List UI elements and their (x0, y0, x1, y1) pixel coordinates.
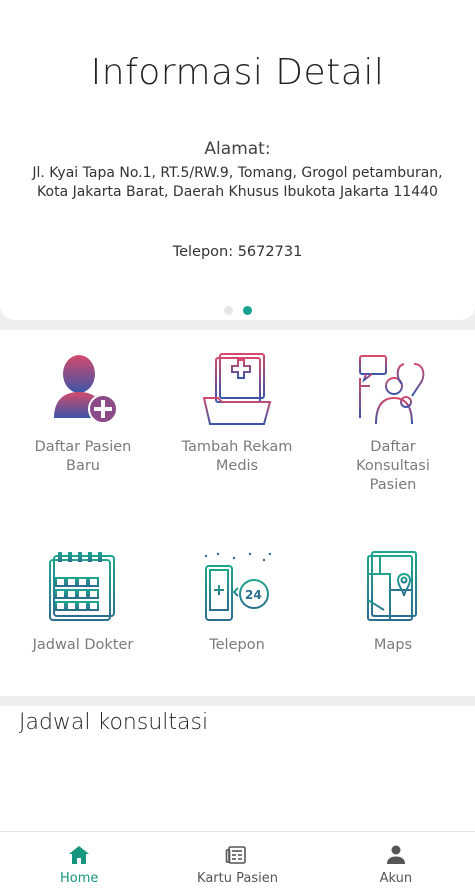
menu-grid: Daftar Pasien Baru Tambah Rekam Medis Da (0, 330, 475, 696)
carousel-dot-active[interactable] (243, 306, 252, 315)
card-icon (226, 845, 247, 864)
address-line-2: Kota Jakarta Barat, Daerah Khusus Ibukot… (37, 184, 438, 200)
nav-akun-label: Akun (379, 870, 413, 886)
nav-kartu-label: Kartu Pasien (197, 870, 278, 886)
info-title: Informasi Detail (90, 52, 385, 93)
home-icon (69, 845, 90, 864)
add-user-icon (54, 355, 118, 424)
menu-jadwal-dokter[interactable]: Jadwal Dokter (4, 550, 162, 655)
menu-tambah-rekam-medis[interactable]: Tambah Rekam Medis (158, 352, 316, 476)
menu-label: Tambah Rekam Medis (181, 439, 293, 474)
menu-label: Maps (373, 637, 413, 653)
phone-24-icon: 24 (204, 552, 272, 621)
person-icon (386, 845, 405, 864)
nav-kartu-pasien[interactable]: Kartu Pasien (158, 832, 316, 896)
jadwal-section: Jadwal konsultasi (0, 706, 475, 831)
calendar-icon (49, 552, 115, 621)
info-card: Informasi Detail Alamat: Jl. Kyai Tapa N… (0, 0, 475, 320)
menu-label: Daftar Pasien Baru (34, 439, 132, 474)
menu-daftar-pasien-baru[interactable]: Daftar Pasien Baru (4, 352, 162, 476)
address-text: Jl. Kyai Tapa No.1, RT.5/RW.9, Tomang, G… (0, 164, 475, 202)
nav-home-label: Home (59, 870, 99, 886)
address-label: Alamat: (204, 139, 271, 159)
address-line-1: Jl. Kyai Tapa No.1, RT.5/RW.9, Tomang, G… (32, 165, 443, 181)
phone-text: Telepon: 5672731 (172, 244, 303, 260)
carousel-indicator (224, 306, 252, 315)
carousel-dot[interactable] (224, 306, 233, 315)
menu-label: Daftar Konsultasi Pasien (356, 439, 430, 493)
doctor-consult-icon (359, 355, 425, 425)
menu-maps[interactable]: Maps (314, 550, 472, 655)
nav-akun[interactable]: Akun (317, 832, 475, 896)
bottom-nav: Home Kartu Pasien Akun (0, 831, 475, 896)
menu-telepon[interactable]: 24 Telepon (158, 550, 316, 655)
menu-label: Telepon (209, 637, 265, 653)
svg-text:24: 24 (245, 588, 262, 602)
medical-folder-icon (202, 353, 272, 425)
nav-home[interactable]: Home (0, 832, 158, 896)
menu-label: Jadwal Dokter (32, 637, 134, 653)
menu-daftar-konsultasi-pasien[interactable]: Daftar Konsultasi Pasien (314, 352, 472, 495)
map-pin-icon (367, 551, 417, 621)
jadwal-title: Jadwal konsultasi (19, 710, 209, 735)
